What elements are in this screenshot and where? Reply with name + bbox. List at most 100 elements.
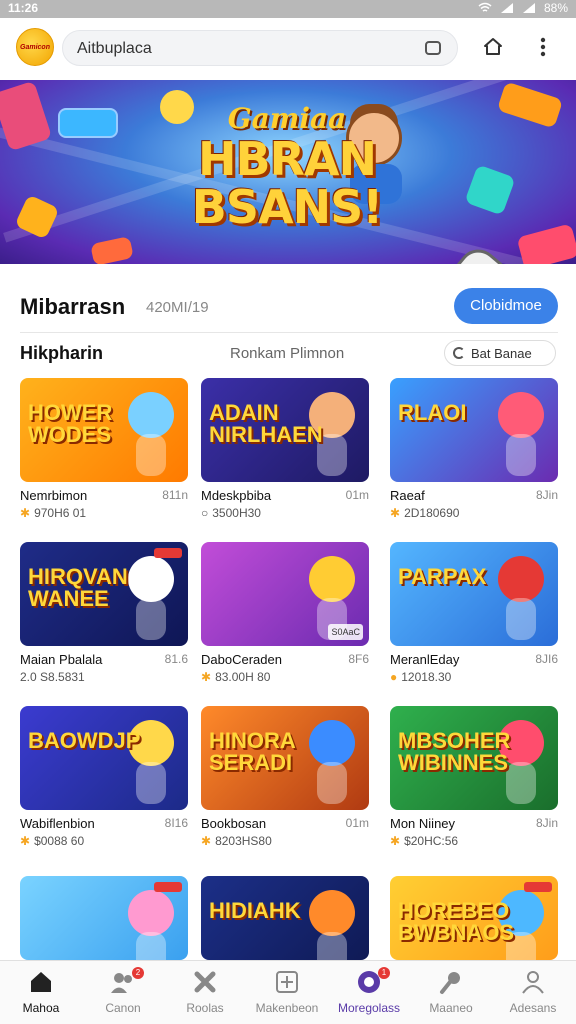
game-thumbnail[interactable]: S0AaC bbox=[201, 542, 369, 646]
app-logo[interactable]: Gamicon bbox=[16, 28, 54, 66]
game-meta: ✱ 8203HS80 bbox=[201, 834, 272, 848]
game-card[interactable]: HINORA SERADI Bookbosan 01m ✱ 8203HS80 bbox=[201, 706, 369, 856]
signal-icon bbox=[500, 3, 513, 13]
game-card[interactable]: HOWER WODES Nemrbimon 811n ✱ 970H6 01 bbox=[20, 378, 188, 528]
nav-label: Mahoa bbox=[22, 1001, 60, 1015]
game-thumbnail[interactable]: MBSOHER WIBINNES bbox=[390, 706, 558, 810]
game-card[interactable]: MBSOHER WIBINNES Mon Niiney 8Jin ✱ $20HC:56 bbox=[390, 706, 558, 856]
game-size: 8Jin bbox=[535, 488, 558, 502]
game-meta-text: $20HC:56 bbox=[404, 834, 459, 848]
game-character bbox=[309, 890, 355, 936]
game-size: 8JI6 bbox=[535, 652, 558, 666]
nav-item-home[interactable]: Mahoa bbox=[0, 961, 82, 1024]
game-name: Bookbosan bbox=[201, 816, 267, 831]
nav-item-game-circle[interactable]: 1 Moregolass bbox=[328, 961, 410, 1024]
game-badge: S0AaC bbox=[328, 624, 363, 640]
divider bbox=[20, 332, 558, 333]
star-icon: ✱ bbox=[20, 834, 31, 848]
game-thumbnail[interactable]: BAOWDJP bbox=[20, 706, 188, 810]
filter-button[interactable]: Bat Banae bbox=[444, 340, 556, 366]
game-thumbnail[interactable] bbox=[20, 876, 188, 960]
nav-item-puzzle[interactable]: Roolas bbox=[164, 961, 246, 1024]
refresh-icon bbox=[453, 347, 465, 359]
game-thumbnail[interactable]: HOREBEO BWBNAOS bbox=[390, 876, 558, 960]
game-size: 8Jin bbox=[535, 816, 558, 830]
game-character-body bbox=[506, 598, 536, 640]
nav-item-people[interactable]: 2 Canon bbox=[82, 961, 164, 1024]
game-meta-text: 2.0 S8.5831 bbox=[20, 670, 85, 684]
game-name: Maian Pbalala bbox=[20, 652, 103, 667]
game-meta-text: $0088 60 bbox=[34, 834, 85, 848]
nav-label: Maaneo bbox=[429, 1001, 473, 1015]
game-meta: ○ 3500H30 bbox=[201, 506, 261, 520]
search-bar[interactable]: Aitbuplaca bbox=[62, 30, 458, 66]
game-card[interactable]: PARPAX MeranlEday 8JI6 ● 12018.30 bbox=[390, 542, 558, 692]
plus-box-icon bbox=[274, 969, 300, 995]
game-meta-text: 3500H30 bbox=[212, 506, 261, 520]
game-meta: ✱ 970H6 01 bbox=[20, 506, 86, 520]
game-character-body bbox=[136, 932, 166, 960]
nav-item-pen[interactable]: Maaneo bbox=[410, 961, 492, 1024]
game-art-title: ADAIN NIRLHAEN bbox=[209, 400, 323, 447]
notification-badge: 1 bbox=[378, 967, 390, 979]
new-tag bbox=[154, 548, 182, 558]
game-meta-text: 12018.30 bbox=[401, 670, 452, 684]
subheader-title[interactable]: Hikpharin bbox=[20, 343, 103, 364]
game-art-title: HIDIAHK bbox=[209, 898, 301, 923]
game-card[interactable]: HIRQVAN WANEE Maian Pbalala 81.6 2.0 S8.583… bbox=[20, 542, 188, 692]
profile-icon bbox=[520, 969, 546, 995]
game-thumbnail[interactable]: HIDIAHK bbox=[201, 876, 369, 960]
new-tag bbox=[524, 882, 552, 892]
circle-icon: ● bbox=[390, 670, 398, 684]
scan-icon[interactable] bbox=[425, 41, 441, 55]
game-meta-text: 8203HS80 bbox=[215, 834, 272, 848]
game-art-title: HOREBEO BWBNAOS bbox=[398, 898, 515, 945]
game-thumbnail[interactable]: HOWER WODES bbox=[20, 378, 188, 482]
section-count: 420MI/19 bbox=[146, 299, 209, 316]
game-card[interactable]: HOREBEO BWBNAOS bbox=[390, 876, 558, 960]
nav-item-profile[interactable]: Adesans bbox=[492, 961, 574, 1024]
game-card[interactable]: HIDIAHK bbox=[201, 876, 369, 960]
game-art-title: RLAOI bbox=[398, 400, 467, 425]
nav-label: Moregolass bbox=[337, 1001, 401, 1015]
game-card[interactable] bbox=[20, 876, 188, 960]
game-art-title: HINORA SERADI bbox=[209, 728, 295, 775]
game-card[interactable]: RLAOI Raeaf 8Jin ✱ 2D180690 bbox=[390, 378, 558, 528]
game-character-body bbox=[136, 762, 166, 804]
hero-banner[interactable]: Gamiaa HBRAN BSANS! bbox=[0, 80, 576, 264]
subheader-tab[interactable]: Ronkam Plimnon bbox=[230, 345, 344, 362]
game-character-body bbox=[317, 932, 347, 960]
game-thumbnail[interactable]: HINORA SERADI bbox=[201, 706, 369, 810]
section-title: Mibarrasn bbox=[20, 294, 126, 319]
section-cta-button[interactable]: Clobidmoe bbox=[454, 288, 558, 324]
more-menu-icon[interactable] bbox=[530, 34, 556, 60]
puzzle-icon bbox=[192, 969, 218, 995]
nav-item-plus-box[interactable]: Makenbeon bbox=[246, 961, 328, 1024]
banner-line-2: BSANS! bbox=[191, 180, 383, 234]
nav-label: Adesans bbox=[509, 1001, 557, 1015]
game-character bbox=[498, 392, 544, 438]
game-character bbox=[128, 890, 174, 936]
banner-decor-tile bbox=[516, 223, 576, 264]
notification-bell-icon[interactable] bbox=[480, 34, 506, 60]
game-card[interactable]: BAOWDJP Wabiflenbion 8I16 ✱ $0088 60 bbox=[20, 706, 188, 856]
game-art-title: HOWER WODES bbox=[28, 400, 113, 447]
nav-label: Makenbeon bbox=[255, 1001, 319, 1015]
star-icon: ✱ bbox=[201, 670, 212, 684]
game-size: 8F6 bbox=[348, 652, 369, 666]
game-thumbnail[interactable]: RLAOI bbox=[390, 378, 558, 482]
pen-icon bbox=[438, 969, 464, 995]
status-time: 11:26 bbox=[8, 1, 39, 15]
game-thumbnail[interactable]: ADAIN NIRLHAEN bbox=[201, 378, 369, 482]
banner-decor-tile bbox=[496, 81, 564, 129]
game-card[interactable]: ADAIN NIRLHAEN Mdeskpbiba 01m ○ 3500H30 bbox=[201, 378, 369, 528]
game-name: DaboCeraden bbox=[201, 652, 282, 667]
home-icon bbox=[28, 969, 54, 995]
game-thumbnail[interactable]: PARPAX bbox=[390, 542, 558, 646]
star-icon: ✱ bbox=[201, 834, 212, 848]
game-art-title: MBSOHER WIBINNES bbox=[398, 728, 511, 775]
game-size: 01m bbox=[345, 488, 369, 502]
game-thumbnail[interactable]: HIRQVAN WANEE bbox=[20, 542, 188, 646]
signal-icon-2 bbox=[522, 3, 535, 13]
game-card[interactable]: S0AaC DaboCeraden 8F6 ✱ 83.00H 80 bbox=[201, 542, 369, 692]
